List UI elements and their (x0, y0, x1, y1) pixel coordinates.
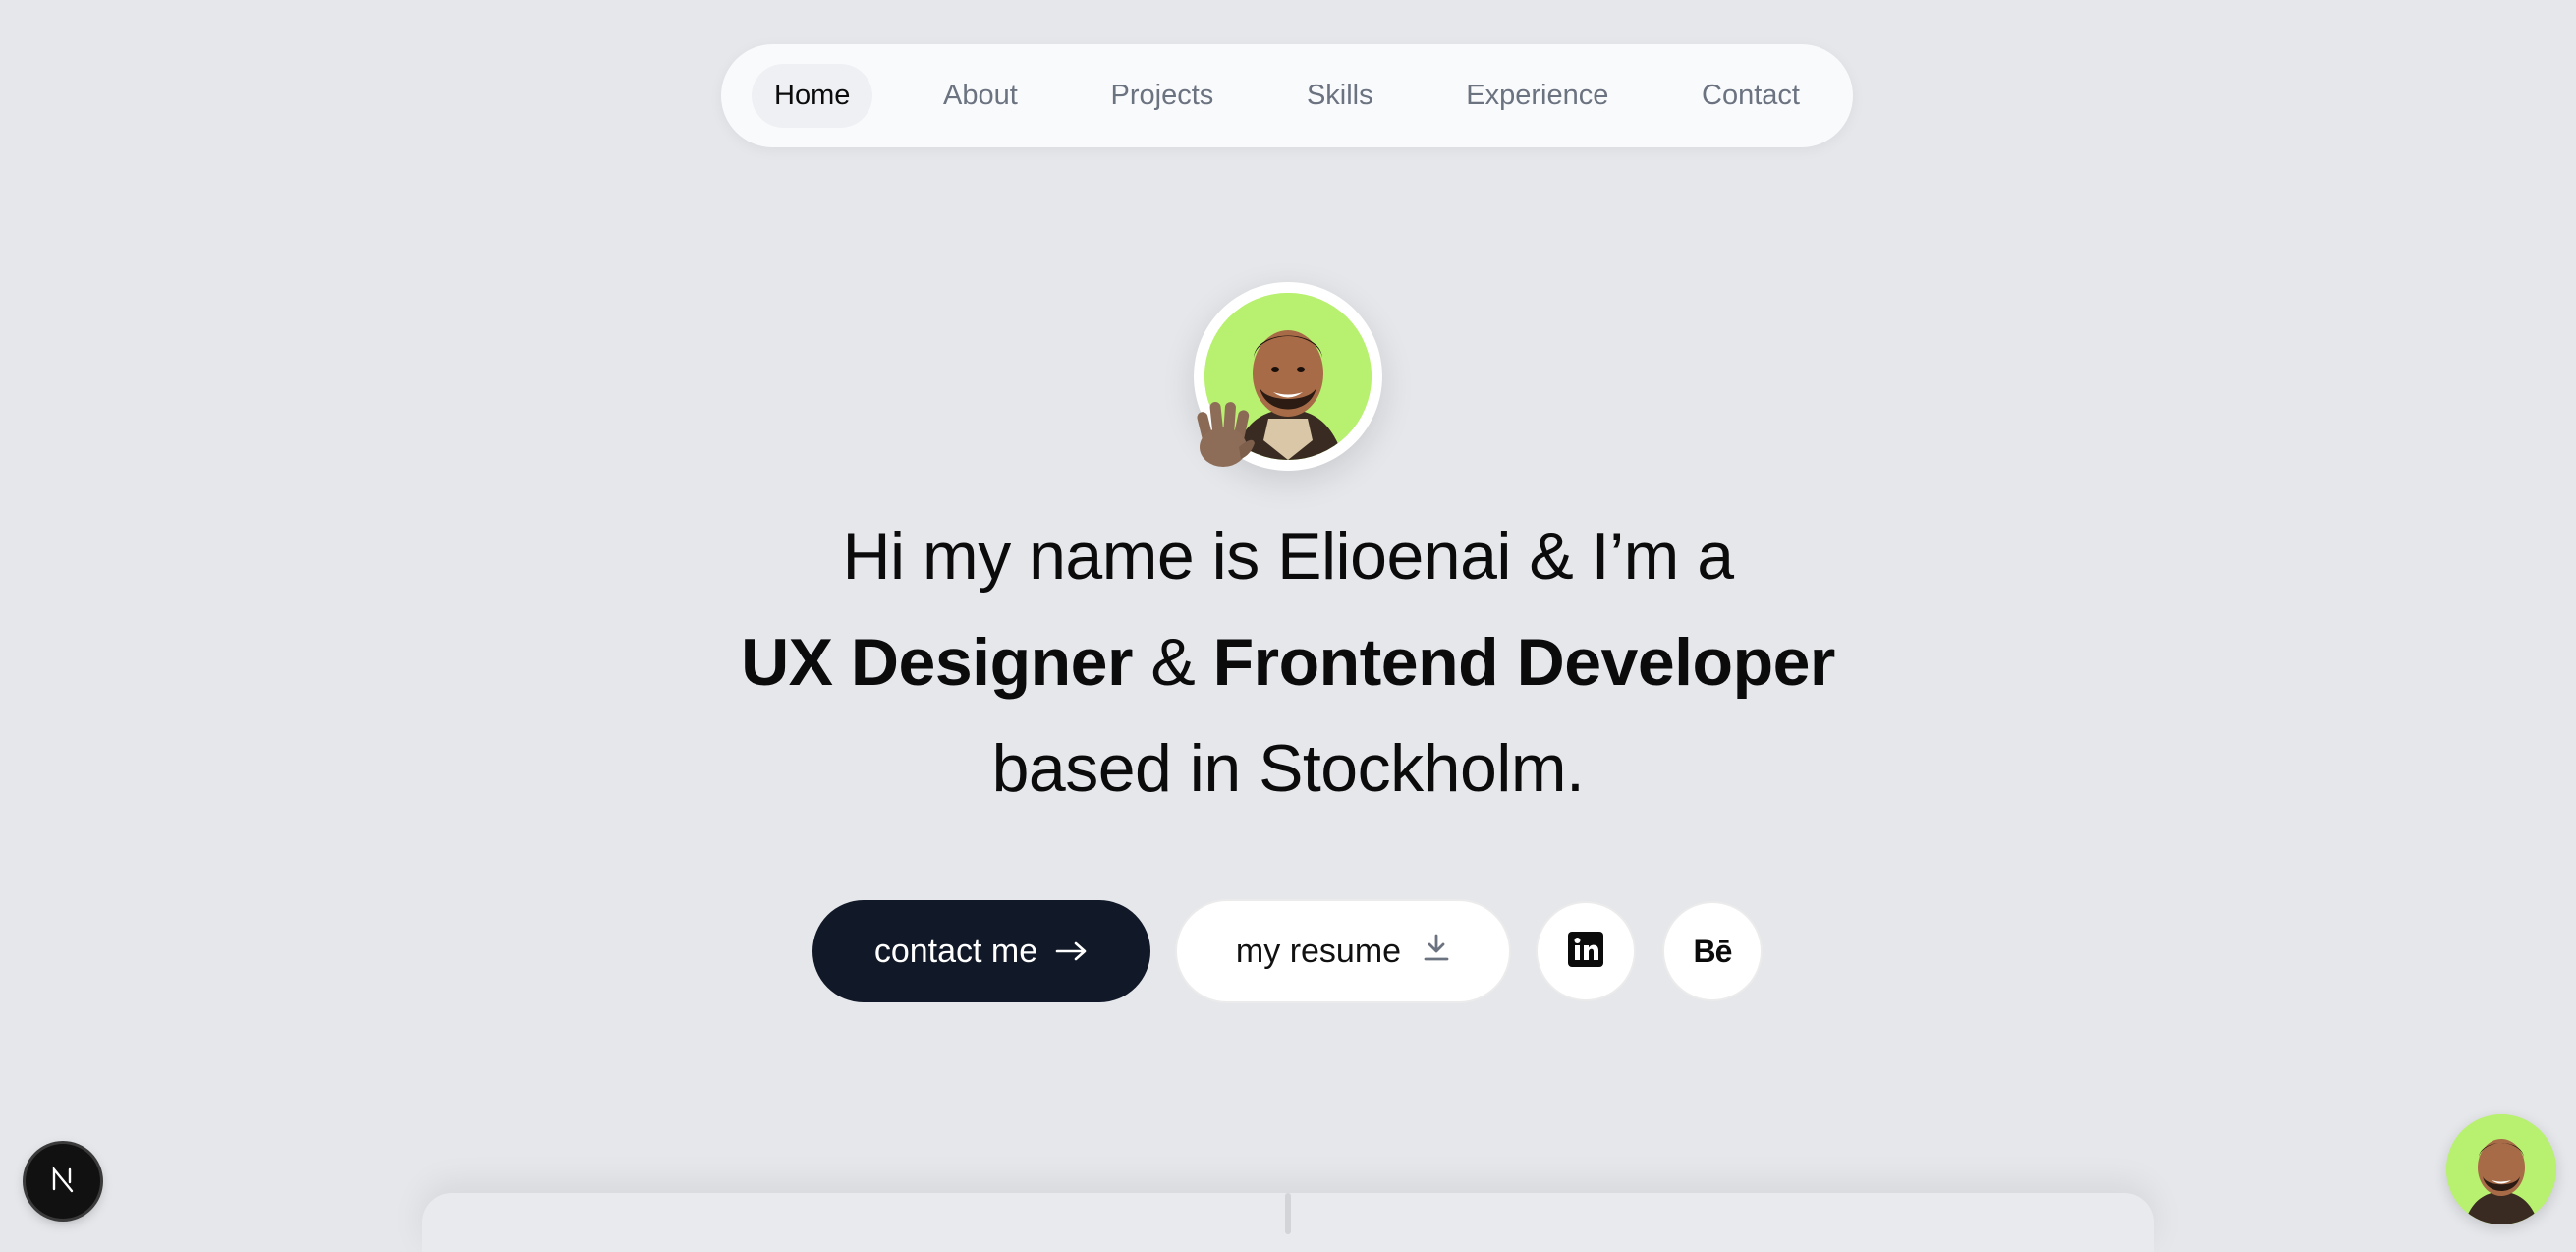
nav-experience[interactable]: Experience (1443, 64, 1631, 128)
role-frontend-developer: Frontend Developer (1212, 625, 1836, 700)
nav-about[interactable]: About (921, 64, 1040, 128)
contact-me-button[interactable]: contact me (812, 900, 1150, 1002)
nav-projects[interactable]: Projects (1089, 64, 1237, 128)
linkedin-icon (1568, 931, 1603, 972)
contact-me-label: contact me (873, 932, 1038, 970)
nextjs-badge[interactable] (26, 1144, 100, 1219)
behance-button[interactable]: Bē (1662, 901, 1763, 1001)
resume-label: my resume (1235, 932, 1402, 970)
nextjs-logo-icon (48, 1165, 78, 1199)
headline-line-1: Hi my name is Elioenai & I’m a (842, 519, 1734, 594)
profile-avatar (1194, 282, 1382, 471)
waving-hand-icon (1190, 392, 1259, 471)
top-nav: Home About Projects Skills Experience Co… (721, 44, 1853, 147)
headline-line-3: based in Stockholm. (991, 731, 1585, 806)
download-icon (1423, 933, 1450, 971)
nav-home[interactable]: Home (752, 64, 873, 128)
nav-skills[interactable]: Skills (1284, 64, 1396, 128)
arrow-right-icon (1055, 933, 1089, 971)
role-separator: & (1132, 625, 1213, 700)
behance-icon: Bē (1693, 933, 1733, 969)
role-ux-designer: UX Designer (741, 625, 1133, 700)
linkedin-button[interactable] (1536, 901, 1636, 1001)
chat-avatar-button[interactable] (2446, 1114, 2556, 1224)
headline-line-2: UX Designer & Frontend Developer (0, 609, 2576, 715)
nav-contact[interactable]: Contact (1679, 64, 1822, 128)
resume-button[interactable]: my resume (1175, 899, 1511, 1003)
section-divider (1285, 1193, 1291, 1234)
hero-headline: Hi my name is Elioenai & I’m a UX Design… (0, 503, 2576, 822)
